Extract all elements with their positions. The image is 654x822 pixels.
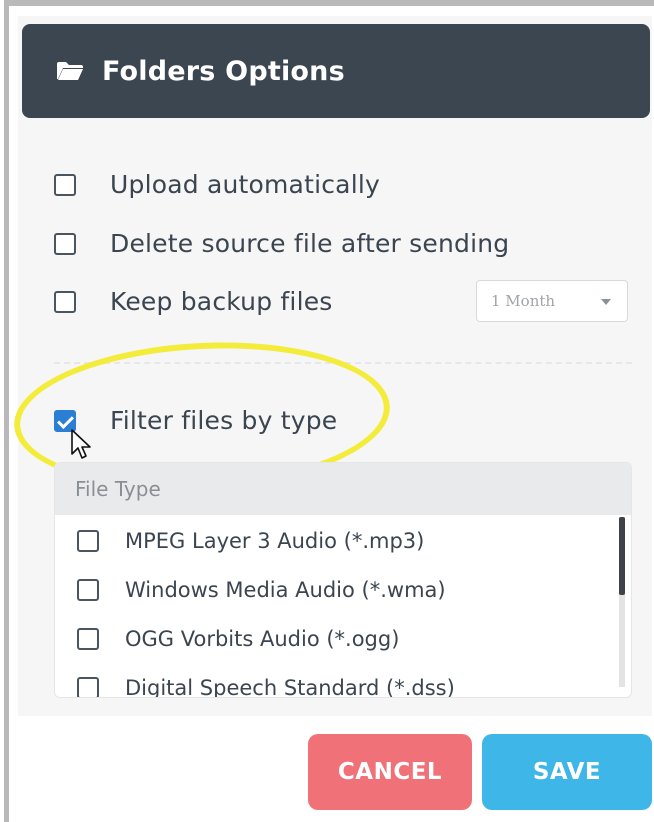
dss-checkbox[interactable] — [77, 677, 99, 697]
ogg-checkbox[interactable] — [77, 628, 99, 650]
backup-duration-select[interactable]: 1 Month — [476, 280, 628, 322]
delete-source-checkbox[interactable] — [54, 232, 76, 255]
panel-header: Folders Options — [22, 24, 650, 118]
mouse-pointer-icon — [71, 429, 91, 459]
frame-border-left — [4, 0, 9, 822]
save-button[interactable]: SAVE — [482, 734, 652, 810]
chevron-down-icon — [601, 299, 611, 305]
cancel-button[interactable]: CANCEL — [308, 734, 472, 810]
list-scrollbar[interactable] — [619, 517, 625, 687]
option-keep-backup[interactable]: Keep backup files — [54, 287, 333, 316]
list-item[interactable]: Windows Media Audio (*.wma) — [77, 578, 446, 602]
list-item[interactable]: Digital Speech Standard (*.dss) — [77, 676, 455, 698]
backup-duration-value: 1 Month — [491, 292, 556, 310]
frame-border-top — [4, 0, 654, 6]
list-item[interactable]: OGG Vorbits Audio (*.ogg) — [77, 627, 399, 651]
folder-icon — [56, 60, 84, 82]
mp3-checkbox[interactable] — [77, 530, 99, 552]
list-item-label: Digital Speech Standard (*.dss) — [125, 676, 455, 698]
wma-checkbox[interactable] — [77, 579, 99, 601]
option-delete-source[interactable]: Delete source file after sending — [54, 229, 509, 258]
list-item-label: OGG Vorbits Audio (*.ogg) — [125, 627, 400, 651]
keep-backup-checkbox[interactable] — [54, 290, 76, 313]
delete-source-label: Delete source file after sending — [110, 229, 510, 258]
list-item[interactable]: MPEG Layer 3 Audio (*.mp3) — [77, 529, 424, 553]
list-item-label: MPEG Layer 3 Audio (*.mp3) — [125, 529, 425, 553]
keep-backup-label: Keep backup files — [110, 287, 333, 316]
file-type-list[interactable]: File Type MPEG Layer 3 Audio (*.mp3) Win… — [54, 462, 632, 698]
upload-automatically-label: Upload automatically — [110, 170, 380, 199]
list-item-label: Windows Media Audio (*.wma) — [125, 578, 446, 602]
scrollbar-thumb[interactable] — [619, 517, 625, 595]
option-upload-automatically[interactable]: Upload automatically — [54, 170, 380, 199]
upload-automatically-checkbox[interactable] — [54, 173, 76, 196]
panel-title: Folders Options — [102, 55, 345, 87]
file-type-header: File Type — [55, 463, 631, 515]
